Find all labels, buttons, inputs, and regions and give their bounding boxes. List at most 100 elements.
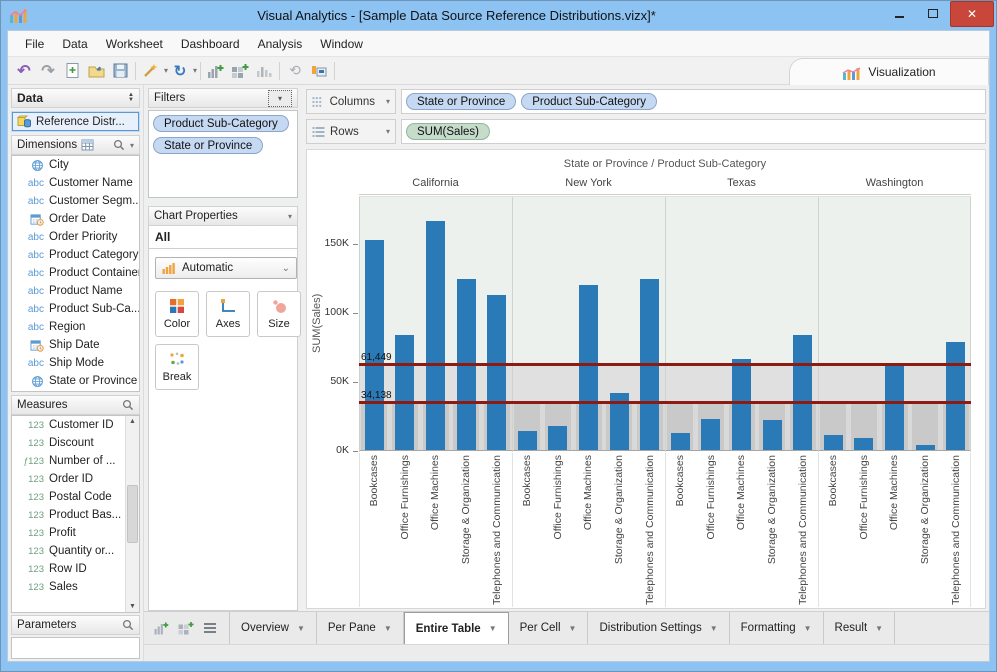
scroll-down-icon[interactable]: ▼ (129, 603, 136, 610)
close-button[interactable]: ✕ (950, 1, 994, 27)
menu-file[interactable]: File (16, 33, 53, 55)
search-icon[interactable] (113, 139, 125, 151)
panel-collapse-icon[interactable]: ▲ ▼ (128, 92, 134, 103)
dimension-product-sub-ca[interactable]: abc Product Sub-Ca... (12, 300, 139, 318)
visualization-tab[interactable]: Visualization (789, 58, 989, 85)
dimension-product-category[interactable]: abc Product Category (12, 246, 139, 264)
sheet-tab-overview[interactable]: Overview ▼ (229, 612, 317, 644)
refresh-button[interactable]: ↻ (168, 60, 192, 82)
sheet-tab-distribution-settings[interactable]: Distribution Settings ▼ (588, 612, 730, 644)
dimension-ship-date[interactable]: Ship Date (12, 336, 139, 354)
new-worksheet-icon[interactable] (154, 621, 169, 635)
menu-analysis[interactable]: Analysis (249, 33, 312, 55)
dimension-state-or-province[interactable]: State or Province (12, 372, 139, 390)
columns-caret[interactable]: ▾ (386, 97, 390, 106)
redo-button[interactable]: ↷ (36, 60, 60, 82)
rotate-button[interactable]: ⟲ (283, 60, 307, 82)
new-dashboard-icon[interactable] (178, 621, 194, 635)
bar-new-york-office-furnishings[interactable] (548, 425, 568, 450)
datasource-item[interactable]: Reference Distr... (11, 111, 140, 132)
menu-dashboard[interactable]: Dashboard (172, 33, 249, 55)
filter-pill-product-sub-category[interactable]: Product Sub-Category (153, 115, 289, 132)
bar-california-office-furnishings[interactable] (395, 334, 415, 450)
sheet-tab-result[interactable]: Result ▼ (824, 612, 896, 644)
bar-california-office-machines[interactable] (426, 220, 445, 450)
parameters-header[interactable]: Parameters (11, 615, 140, 635)
dimension-customer-name[interactable]: abc Customer Name (12, 174, 139, 192)
chart-type-button[interactable] (252, 60, 276, 82)
bar-washington-office-furnishings[interactable] (854, 438, 874, 450)
bar-texas-office-machines[interactable] (732, 359, 751, 450)
dimensions-dropdown-caret[interactable]: ▾ (130, 141, 134, 150)
plot-area[interactable]: 61,449 34,138 (359, 196, 971, 452)
chart-properties-collapse-caret[interactable]: ▾ (288, 212, 292, 221)
measure-product-bas[interactable]: 123 Product Bas... (12, 506, 125, 524)
measure-discount[interactable]: 123 Discount (12, 434, 125, 452)
chart-properties-header[interactable]: Chart Properties ▾ (148, 206, 298, 226)
dimension-order-date[interactable]: Order Date (12, 210, 139, 228)
bar-california-telephones-and-communication[interactable] (487, 295, 507, 450)
measure-row-id[interactable]: 123 Row ID (12, 560, 125, 578)
menu-data[interactable]: Data (53, 33, 96, 55)
maximize-button[interactable] (916, 1, 950, 25)
wand-button[interactable] (139, 60, 163, 82)
scroll-up-icon[interactable]: ▲ (129, 418, 136, 425)
bar-washington-storage-organization[interactable] (915, 445, 935, 450)
sheet-list-icon[interactable] (203, 622, 217, 634)
dimension-ship-mode[interactable]: abc Ship Mode (12, 354, 139, 372)
break-button[interactable]: Break (155, 344, 199, 390)
add-dashboard-button[interactable] (228, 60, 252, 82)
bar-texas-telephones-and-communication[interactable] (793, 334, 813, 450)
bar-texas-storage-organization[interactable] (762, 420, 782, 450)
save-button[interactable] (108, 60, 132, 82)
dimension-order-priority[interactable]: abc Order Priority (12, 228, 139, 246)
rows-caret[interactable]: ▾ (386, 127, 390, 136)
measure-profit[interactable]: 123 Profit (12, 524, 125, 542)
search-icon[interactable] (122, 399, 134, 411)
refresh-dropdown-caret[interactable]: ▾ (193, 66, 197, 75)
bar-new-york-bookcases[interactable] (517, 431, 537, 450)
search-icon[interactable] (122, 619, 134, 631)
dimension-city[interactable]: City (12, 156, 139, 174)
measure-order-id[interactable]: 123 Order ID (12, 470, 125, 488)
data-panel-header[interactable]: Data ▲ ▼ (11, 88, 140, 108)
rows-shelf[interactable]: SUM(Sales) (401, 119, 986, 144)
reference-line[interactable] (359, 400, 971, 404)
axes-button[interactable]: Axes (206, 291, 250, 337)
columns-shelf-label[interactable]: Columns ▾ (306, 89, 396, 114)
reference-line[interactable] (359, 363, 971, 367)
dimension-product-name[interactable]: abc Product Name (12, 282, 139, 300)
bar-texas-office-furnishings[interactable] (701, 418, 721, 450)
sheet-tab-formatting[interactable]: Formatting ▼ (730, 612, 824, 644)
chart-canvas[interactable]: State or Province / Product Sub-Category… (306, 149, 986, 609)
bar-washington-telephones-and-communication[interactable] (946, 341, 966, 450)
menu-worksheet[interactable]: Worksheet (97, 33, 172, 55)
bar-washington-office-machines[interactable] (885, 365, 904, 450)
bar-new-york-office-machines[interactable] (579, 284, 598, 450)
sheet-tab-entire-table[interactable]: Entire Table ▼ (403, 612, 509, 644)
measure-number-of[interactable]: ƒ123 Number of ... (12, 452, 125, 470)
table-icon[interactable] (81, 139, 94, 151)
measure-postal-code[interactable]: 123 Postal Code (12, 488, 125, 506)
sheet-tab-per-pane[interactable]: Per Pane ▼ (317, 612, 404, 644)
minimize-button[interactable] (882, 1, 916, 25)
dimension-product-container[interactable]: abc Product Container (12, 264, 139, 282)
rows-shelf-label[interactable]: Rows ▾ (306, 119, 396, 144)
undo-button[interactable]: ↶ (12, 60, 36, 82)
open-button[interactable] (84, 60, 108, 82)
measure-quantity-or[interactable]: 123 Quantity or... (12, 542, 125, 560)
menu-window[interactable]: Window (311, 33, 372, 55)
scrollbar-thumb[interactable] (127, 485, 138, 543)
columns-pill-product-sub-category[interactable]: Product Sub-Category (521, 93, 658, 110)
measures-header[interactable]: Measures (11, 395, 140, 415)
mark-type-dropdown[interactable]: Automatic ⌄ (155, 257, 297, 279)
dimension-customer-segm[interactable]: abc Customer Segm... (12, 192, 139, 210)
bar-california-bookcases[interactable] (364, 239, 384, 450)
dimension-region[interactable]: abc Region (12, 318, 139, 336)
presentation-button[interactable] (307, 60, 331, 82)
sheet-tab-per-cell[interactable]: Per Cell ▼ (509, 612, 589, 644)
bar-washington-bookcases[interactable] (823, 434, 843, 450)
filter-pill-state-or-province[interactable]: State or Province (153, 137, 264, 154)
bar-texas-bookcases[interactable] (670, 432, 690, 450)
columns-shelf[interactable]: State or Province Product Sub-Category (401, 89, 986, 114)
